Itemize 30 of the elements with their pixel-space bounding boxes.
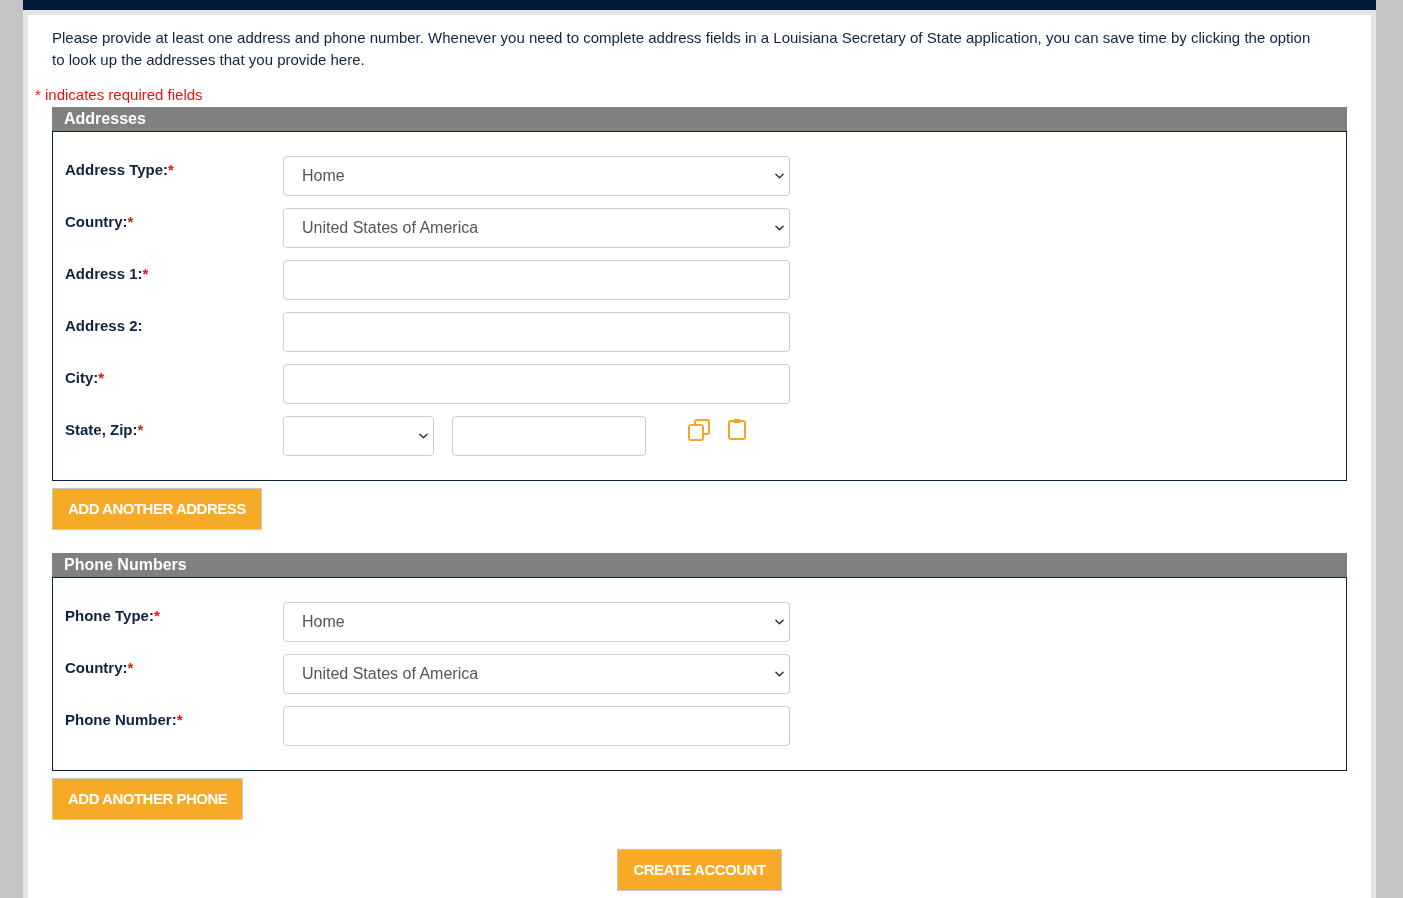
dropdown-field[interactable]: Home bbox=[283, 156, 790, 196]
chevron-down-icon bbox=[775, 225, 784, 231]
dropdown-field[interactable] bbox=[283, 416, 434, 456]
dropdown-field[interactable]: United States of America bbox=[283, 654, 790, 694]
required-note: * indicates required fields bbox=[35, 86, 203, 103]
field-label: Phone Number:* bbox=[65, 711, 183, 728]
text-field[interactable] bbox=[283, 312, 790, 352]
chevron-down-icon bbox=[775, 173, 784, 179]
text-field[interactable] bbox=[452, 416, 646, 456]
dropdown-field[interactable]: Home bbox=[283, 602, 790, 642]
field-label: State, Zip:* bbox=[65, 421, 144, 438]
field-label: Country:* bbox=[65, 213, 134, 230]
chevron-down-icon bbox=[775, 619, 784, 625]
field-label: City:* bbox=[65, 369, 105, 386]
text-field[interactable] bbox=[283, 260, 790, 300]
section-title: Phone Numbers bbox=[64, 557, 187, 573]
field-label: Address 1:* bbox=[65, 265, 149, 282]
text-field[interactable] bbox=[283, 706, 790, 746]
field-label: Address Type:* bbox=[65, 161, 174, 178]
section-title: Addresses bbox=[64, 111, 146, 127]
clipboard-icon[interactable] bbox=[728, 418, 746, 440]
chevron-down-icon bbox=[419, 433, 428, 439]
field-label: Country:* bbox=[65, 659, 134, 676]
text-field[interactable] bbox=[283, 364, 790, 404]
copy-icon[interactable] bbox=[688, 419, 710, 441]
field-label: Address 2: bbox=[65, 317, 143, 334]
dropdown-field[interactable]: United States of America bbox=[283, 208, 790, 248]
field-label: Phone Type:* bbox=[65, 607, 160, 624]
intro-text: Please provide at least one address and phone number. Whenever you need to complete address fields in a Louisiana Secretary of State application, you can save time by clicking the option to look up the addresses that you provide here. bbox=[52, 28, 1312, 70]
chevron-down-icon bbox=[775, 671, 784, 677]
